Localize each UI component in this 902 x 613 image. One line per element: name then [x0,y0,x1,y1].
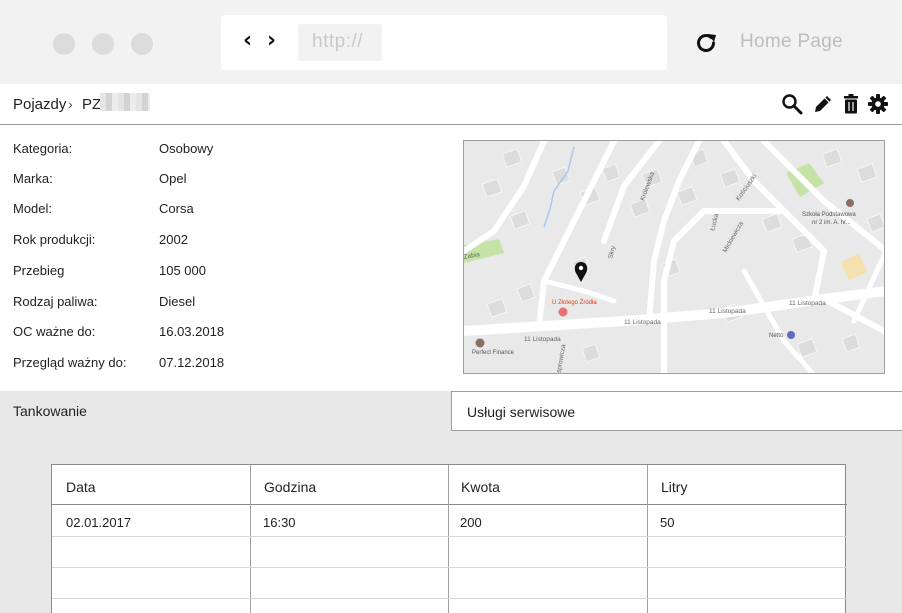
row-divider [52,567,847,568]
map-poi-restaurant: U Złotego Źródła [552,299,597,306]
window-maximize-dot[interactable] [131,33,153,55]
column-header-data[interactable]: Data [52,465,251,505]
search-icon[interactable] [781,93,803,115]
column-header-godzina[interactable]: Godzina [250,465,449,505]
address-bar: ‹ › http:// [221,15,667,70]
detail-label: Rodzaj paliwa: [13,294,98,309]
detail-label: OC ważne do: [13,324,96,339]
detail-value: 07.12.2018 [159,355,225,370]
url-input[interactable]: http:// [298,24,382,61]
detail-label: Kategoria: [13,141,73,156]
window-close-dot[interactable] [53,33,75,55]
map-canvas: 11 Listopada 11 Listopada 11 Listopada 1… [464,141,884,373]
redacted-plate [100,93,150,111]
location-map[interactable]: 11 Listopada 11 Listopada 11 Listopada 1… [463,140,885,374]
cell-liters: 50 [660,515,675,530]
map-poi-finance: Perfect Finance [472,350,515,356]
refueling-table: Data Godzina Kwota Litry 02.01.2017 16:3… [51,464,847,613]
map-street-label: 11 Listopada [709,308,746,315]
detail-value: Osobowy [159,141,214,156]
forward-button[interactable]: › [267,30,276,52]
page-header: Pojazdy › PZ [0,84,902,125]
row-divider [52,536,847,537]
map-street-label: 11 Listopada [524,336,561,343]
trash-icon[interactable] [840,93,862,115]
detail-label: Przegląd ważny do: [13,355,127,370]
reload-icon[interactable] [693,30,719,56]
browser-chrome: ‹ › http:// Home Page [0,0,902,84]
column-divider [647,465,648,613]
map-poi-school: Szkoła Podstawowa [802,212,856,218]
map-street-label: 11 Listopada [624,319,661,326]
column-header-kwota[interactable]: Kwota [447,465,647,505]
back-button[interactable]: ‹ [243,30,252,52]
detail-value: 2002 [159,232,188,247]
detail-label: Model: [13,201,53,216]
detail-label: Rok produkcji: [13,232,96,247]
detail-value: Opel [159,171,187,186]
row-divider [52,598,847,599]
detail-label: Marka: [13,171,53,186]
tab-uslugi-serwisowe[interactable]: Usługi serwisowe [451,391,902,431]
cell-amount: 200 [460,515,482,530]
detail-value: Diesel [159,294,196,309]
home-page-link[interactable]: Home Page [740,31,843,53]
column-header-litry[interactable]: Litry [647,465,847,505]
breadcrumb-separator: › [68,96,73,112]
map-poi-school-sub: nr 2 im. A. hr... [812,220,851,226]
cell-date: 02.01.2017 [66,515,132,530]
column-divider [250,465,251,613]
window-minimize-dot[interactable] [92,33,114,55]
tab-tankowanie[interactable]: Tankowanie [0,391,451,431]
gear-icon[interactable] [867,93,889,115]
detail-value: 16.03.2018 [159,324,225,339]
column-divider [448,465,449,613]
cell-time: 16:30 [263,515,296,530]
pencil-icon[interactable] [812,93,834,115]
detail-value: Corsa [159,201,194,216]
breadcrumb-current: PZ [82,96,102,113]
map-street-label: 11 Listopada [789,300,826,307]
map-poi-netto: Netto [769,333,784,339]
detail-label: Przebieg [13,263,65,278]
detail-value: 105 000 [159,263,206,278]
breadcrumb-root[interactable]: Pojazdy [13,96,66,113]
